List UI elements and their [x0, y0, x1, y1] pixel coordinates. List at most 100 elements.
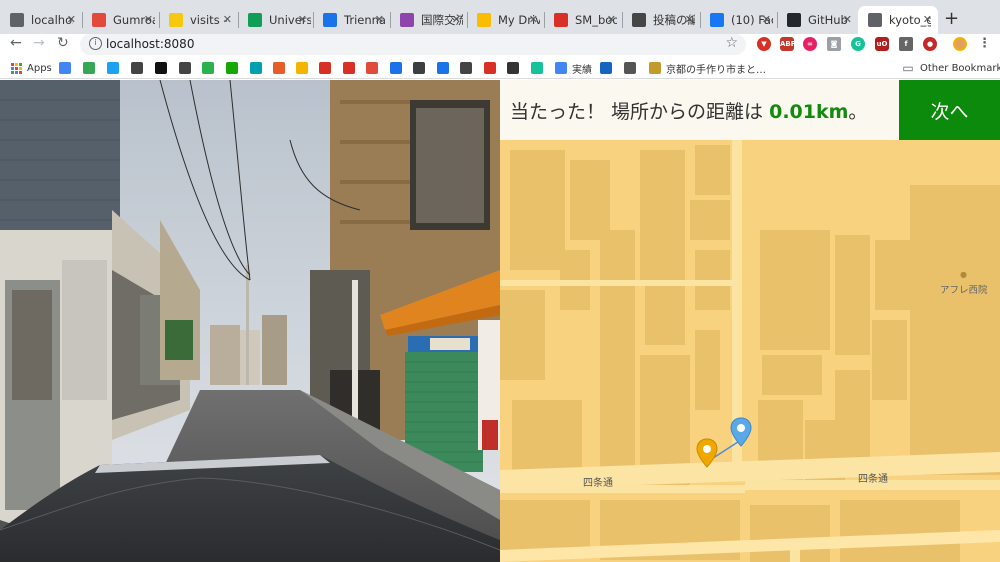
close-tab-icon[interactable]: ✕	[223, 13, 232, 26]
tab-10[interactable]: GitHub ✕	[777, 6, 858, 34]
tab-3[interactable]: Universal✕	[238, 6, 313, 34]
tab-5[interactable]: 国際交流 ✕	[390, 6, 467, 34]
other-bookmarks[interactable]: ▭ Other Bookmarks	[901, 61, 1000, 75]
close-tab-icon[interactable]: ✕	[375, 13, 384, 26]
address-bar[interactable]: i localhost:8080 ☆	[80, 34, 746, 55]
close-tab-icon[interactable]: ✕	[452, 13, 461, 26]
bookmark-19[interactable]	[484, 61, 496, 75]
arrow-icon	[600, 62, 612, 74]
bookmark-4[interactable]	[131, 61, 143, 75]
new-tab-button[interactable]: +	[944, 8, 959, 29]
globe-icon	[390, 62, 402, 74]
bookmark-8[interactable]	[226, 61, 238, 75]
tab-9[interactable]: (10) Facebook✕	[700, 6, 777, 34]
tab-separator	[700, 12, 701, 28]
tab-11[interactable]: kyoto_g ✕	[858, 6, 938, 34]
profile-avatar[interactable]	[953, 37, 967, 51]
camera-extension-icon[interactable]: ◙	[827, 37, 841, 51]
infinity-extension-icon[interactable]: ∞	[803, 37, 817, 51]
vivaldi-extension-icon[interactable]: ▼	[757, 37, 771, 51]
bookmark-12[interactable]	[319, 61, 331, 75]
bookmark-5[interactable]	[155, 61, 167, 75]
reload-icon[interactable]: ↻	[57, 35, 69, 51]
bookmark-2[interactable]	[83, 61, 95, 75]
bookmark-23[interactable]	[600, 61, 612, 75]
street-view-panorama[interactable]	[0, 80, 500, 562]
bookmark-25[interactable]: 京都の手作り市まと…	[649, 61, 766, 76]
drive-icon	[477, 13, 491, 27]
tab-8[interactable]: 投稿の編集✕	[622, 6, 700, 34]
close-tab-icon[interactable]: ✕	[762, 13, 771, 26]
bookmark-22[interactable]: 実績	[555, 61, 592, 76]
game-page: 当たった！ 場所からの距離は 0.01km。 次へ 四条通 四条通 ● アフレ西…	[0, 80, 1000, 562]
tab-separator	[390, 12, 391, 28]
upwork-icon	[226, 62, 238, 74]
bookmark-3[interactable]	[107, 61, 119, 75]
tab-separator	[82, 12, 83, 28]
bookmark-9[interactable]	[250, 61, 262, 75]
feedly-extension-icon[interactable]: f	[899, 37, 913, 51]
tab-separator	[467, 12, 468, 28]
bookmark-13[interactable]	[343, 61, 355, 75]
grammarly-extension-icon[interactable]: G	[851, 37, 865, 51]
globe-icon	[131, 62, 143, 74]
bookmark-21[interactable]	[531, 61, 543, 75]
globe-icon	[10, 13, 24, 27]
tab-6[interactable]: My Drive✕	[467, 6, 544, 34]
distance-line	[706, 439, 742, 463]
apps-grid-icon	[10, 62, 22, 74]
close-tab-icon[interactable]: ✕	[923, 13, 932, 26]
close-tab-icon[interactable]: ✕	[298, 13, 307, 26]
bookmark-7[interactable]	[202, 61, 214, 75]
result-map[interactable]: 四条通 四条通 ● アフレ西院	[500, 140, 1000, 562]
grammarly-icon	[531, 62, 543, 74]
back-icon[interactable]: ←	[10, 35, 22, 51]
globe-icon	[179, 62, 191, 74]
bookmark-6[interactable]	[179, 61, 191, 75]
answer-marker-icon[interactable]	[730, 417, 752, 447]
adblock-extension-icon[interactable]: ABP	[780, 37, 796, 51]
bookmark-20[interactable]	[507, 61, 519, 75]
bookmark-11[interactable]	[296, 61, 308, 75]
bookmark-10[interactable]	[273, 61, 285, 75]
ublock-extension-icon[interactable]: uO	[875, 37, 889, 51]
tab-0[interactable]: localhost✕	[0, 6, 82, 34]
tab-7[interactable]: SM_book✕	[544, 6, 622, 34]
pocket-extension-icon[interactable]: ●	[923, 37, 937, 51]
bookmark-star-icon[interactable]: ☆	[725, 35, 738, 51]
close-tab-icon[interactable]: ✕	[607, 13, 616, 26]
close-tab-icon[interactable]: ✕	[67, 13, 76, 26]
bookmark-24[interactable]	[624, 61, 636, 75]
result-banner: 当たった！ 場所からの距離は 0.01km。	[500, 80, 899, 140]
bookmark-18[interactable]	[460, 61, 472, 75]
triennale-icon	[323, 13, 337, 27]
drive-icon	[83, 62, 95, 74]
close-tab-icon[interactable]: ✕	[843, 13, 852, 26]
menu-icon[interactable]: ⋮	[978, 36, 991, 51]
close-tab-icon[interactable]: ✕	[144, 13, 153, 26]
bookmark-0[interactable]: Apps	[10, 61, 52, 75]
hand-icon	[649, 62, 661, 74]
tab-separator	[313, 12, 314, 28]
forward-icon[interactable]: →	[33, 35, 45, 51]
brand-icon	[437, 62, 449, 74]
bookmark-16[interactable]	[413, 61, 425, 75]
tab-2[interactable]: visits - ✕	[159, 6, 238, 34]
next-button[interactable]: 次へ	[899, 80, 1000, 140]
bookmark-17[interactable]	[437, 61, 449, 75]
distance-value: 0.01km	[769, 100, 849, 123]
tab-1[interactable]: Gumroad✕	[82, 6, 159, 34]
info-icon[interactable]: i	[89, 37, 102, 50]
result-prefix: 当たった！ 場所からの距離は	[510, 100, 764, 123]
close-tab-icon[interactable]: ✕	[685, 13, 694, 26]
bookmark-1[interactable]	[59, 61, 71, 75]
close-tab-icon[interactable]: ✕	[529, 13, 538, 26]
bookmark-14[interactable]	[366, 61, 378, 75]
guess-marker-icon[interactable]	[696, 438, 718, 468]
globe-icon	[868, 13, 882, 27]
tab-4[interactable]: Triennale✕	[313, 6, 390, 34]
tab-strip: localhost✕Gumroad✕visits -✕Universal✕Tri…	[0, 0, 1000, 34]
bookmark-15[interactable]	[390, 61, 402, 75]
address-url[interactable]: localhost:8080	[106, 37, 194, 51]
result-message: 当たった！ 場所からの距離は 0.01km。	[510, 97, 867, 124]
